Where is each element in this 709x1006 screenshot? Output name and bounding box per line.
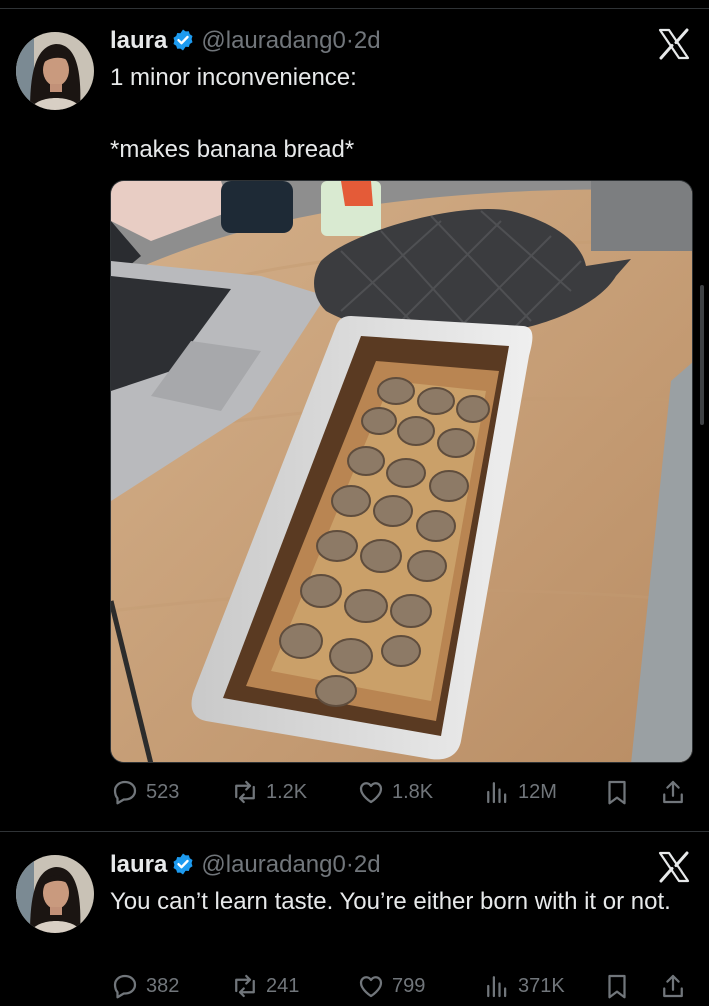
reply-button[interactable]: 523: [110, 772, 179, 812]
repost-count: 1.2K: [266, 780, 308, 803]
like-count: 799: [392, 974, 426, 997]
repost-count: 241: [266, 974, 300, 997]
like-count: 1.8K: [392, 780, 434, 803]
repost-icon: [235, 974, 255, 998]
x-logo-icon: [657, 850, 691, 884]
verified-badge-icon: [171, 852, 195, 883]
repost-icon: [235, 780, 255, 804]
action-bar: 382 241 799 371K: [110, 966, 693, 1006]
share-button[interactable]: [658, 966, 694, 1006]
views-count: 12M: [518, 780, 557, 803]
avatar[interactable]: [16, 855, 94, 933]
separator-dot: ·: [345, 851, 354, 878]
repost-button[interactable]: 1.2K: [230, 772, 307, 812]
share-icon: [663, 974, 683, 998]
reply-icon: [113, 780, 137, 805]
avatar[interactable]: [16, 32, 94, 110]
timestamp[interactable]: 2d: [354, 27, 381, 54]
verified-badge-icon: [171, 28, 195, 59]
share-icon: [663, 780, 683, 804]
bookmark-icon: [608, 974, 626, 999]
views-button[interactable]: 12M: [482, 772, 557, 812]
tweet-text: 1 minor inconvenience: *makes banana bre…: [110, 64, 357, 163]
reply-icon: [113, 974, 137, 999]
reply-count: 523: [146, 780, 180, 803]
like-icon: [359, 782, 383, 804]
tweet-header: laura @lauradang0·2d: [110, 851, 381, 881]
bookmark-button[interactable]: [602, 772, 638, 812]
repost-button[interactable]: 241: [230, 966, 299, 1006]
like-button[interactable]: 799: [356, 966, 425, 1006]
timestamp[interactable]: 2d: [354, 851, 381, 878]
tweet-photo[interactable]: [110, 180, 693, 763]
action-bar: 523 1.2K 1.8K 12M: [110, 772, 693, 812]
tweet-header: laura @lauradang0·2d: [110, 27, 381, 57]
bookmark-icon: [608, 780, 626, 805]
tweet-text: You can’t learn taste. You’re either bor…: [110, 888, 671, 915]
scrollbar[interactable]: [700, 285, 704, 425]
like-icon: [359, 976, 383, 998]
display-name[interactable]: laura: [110, 27, 167, 54]
bookmark-button[interactable]: [602, 966, 638, 1006]
views-icon: [487, 782, 507, 804]
handle[interactable]: @lauradang0: [201, 851, 345, 878]
share-button[interactable]: [658, 772, 694, 812]
tweet-1[interactable]: laura @lauradang0·2d 1 minor inconvenienc…: [0, 0, 709, 831]
separator-dot: ·: [345, 27, 354, 54]
reply-count: 382: [146, 974, 180, 997]
display-name[interactable]: laura: [110, 851, 167, 878]
x-logo-icon: [657, 27, 691, 61]
views-button[interactable]: 371K: [482, 966, 565, 1006]
views-count: 371K: [518, 974, 565, 997]
views-icon: [487, 976, 507, 998]
reply-button[interactable]: 382: [110, 966, 179, 1006]
tweet-2[interactable]: laura @lauradang0·2d You can’t learn tast…: [0, 832, 709, 1000]
handle[interactable]: @lauradang0: [201, 27, 345, 54]
like-button[interactable]: 1.8K: [356, 772, 433, 812]
